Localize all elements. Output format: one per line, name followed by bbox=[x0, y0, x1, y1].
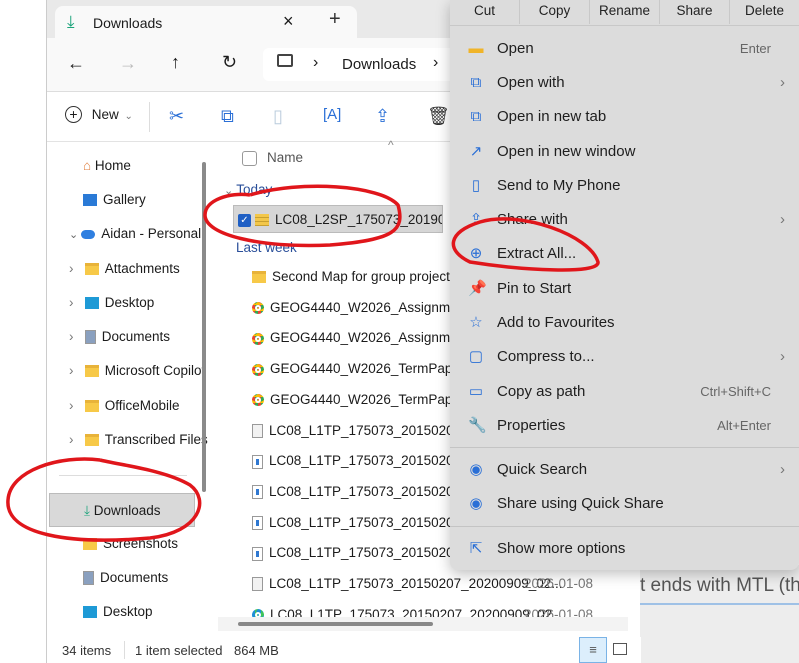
annotation-circle-downloads bbox=[6, 457, 202, 542]
annotation-circle-selected-file bbox=[203, 184, 402, 248]
annotation-circle-extract-all bbox=[451, 217, 600, 272]
red-annotations bbox=[6, 184, 600, 542]
